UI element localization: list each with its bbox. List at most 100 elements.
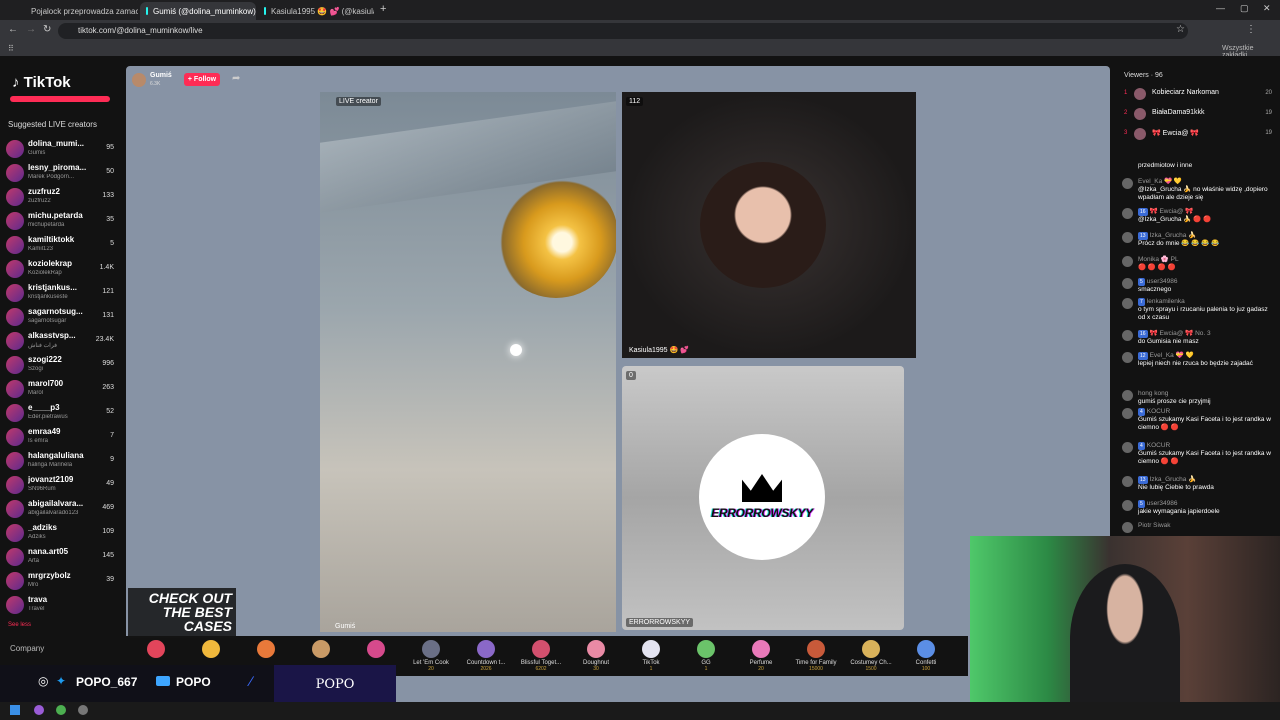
browser-tab-2[interactable]: Gumiś (@dolina_muminkow) ✕ bbox=[140, 2, 256, 20]
chat-username[interactable]: Monika 🌸 PL bbox=[1138, 256, 1179, 264]
chat-username[interactable]: 16 🎀 Ewcia@ 🎀 No. 3 bbox=[1138, 330, 1211, 338]
creator-item[interactable]: zuzfruz2 zuzfruz2 133 bbox=[6, 186, 116, 208]
chat-text: przedmiotow i inne bbox=[1138, 162, 1193, 169]
avatar[interactable] bbox=[1122, 298, 1133, 309]
guest-tile-2[interactable]: ERRORROWSKYY 0 ERRORROWSKYY bbox=[622, 366, 904, 630]
avatar[interactable] bbox=[1122, 500, 1133, 511]
guest-tile-1[interactable]: 112 Kasiula1995 🤩 💕 bbox=[622, 92, 916, 358]
gift-item[interactable] bbox=[352, 640, 400, 660]
chat-username[interactable]: 5 user34986 bbox=[1138, 500, 1178, 508]
gift-item[interactable] bbox=[242, 640, 290, 660]
chat-username[interactable]: Evel_Ka 💝 💛 bbox=[1138, 178, 1182, 186]
creator-item[interactable]: abigailalvara... abigailalvarado123 469 bbox=[6, 498, 116, 520]
window-close-button[interactable]: ✕ bbox=[1263, 3, 1271, 14]
creator-item[interactable]: alkasstvsp... فرات فناش 23.4K bbox=[6, 330, 116, 352]
gift-item[interactable]: Let 'Em Cook 20 bbox=[407, 640, 455, 672]
creator-item[interactable]: lesny_piroma... Marek Podgórn... 50 bbox=[6, 162, 116, 184]
creator-item[interactable]: marol700 Marol 263 bbox=[6, 378, 116, 400]
avatar[interactable] bbox=[132, 73, 146, 87]
chat-username[interactable]: Piotr Siwak bbox=[1138, 522, 1171, 530]
gift-item[interactable] bbox=[187, 640, 235, 660]
follow-button[interactable]: + Follow bbox=[184, 73, 220, 86]
viewer-row[interactable]: 1 Kobieciarz Narkoman 20 bbox=[1122, 86, 1274, 104]
avatar[interactable] bbox=[1122, 476, 1133, 487]
creator-item[interactable]: mrgrzybolz Mro 39 bbox=[6, 570, 116, 592]
go-live-button[interactable] bbox=[10, 96, 110, 102]
host-camera-tile[interactable]: LIVE creator Gumiś bbox=[320, 92, 616, 632]
chat-username[interactable]: 5 user34986 bbox=[1138, 278, 1178, 286]
viewer-count: 1.4K bbox=[99, 264, 114, 271]
creator-item[interactable]: sagarnotsug... sagarnotsugar 131 bbox=[6, 306, 116, 328]
browser-tab-1[interactable]: Pojalock przeprowadza zamach ✕ bbox=[20, 2, 138, 20]
url-input[interactable]: tiktok.com/@dolina_muminkow/live bbox=[58, 23, 1188, 39]
chrome-icon[interactable] bbox=[56, 705, 66, 715]
creator-item[interactable]: nana.art05 Arta 145 bbox=[6, 546, 116, 568]
creator-item[interactable]: koziolekrap KoziolekRap 1.4K bbox=[6, 258, 116, 280]
gift-item[interactable] bbox=[297, 640, 345, 660]
see-less-link[interactable]: See less bbox=[8, 622, 31, 628]
creator-item[interactable]: kristjankus... kristjankuseste 121 bbox=[6, 282, 116, 304]
browser-tab-3[interactable]: Kasiula1995 🤩 💕 (@kasiula ✕ bbox=[258, 2, 374, 20]
avatar[interactable] bbox=[1122, 330, 1133, 341]
avatar[interactable] bbox=[1122, 178, 1133, 189]
tiktok-logo[interactable]: ♪ TikTok bbox=[12, 74, 71, 91]
avatar bbox=[1134, 128, 1146, 140]
chat-username[interactable]: 12 Evel_Ka 💝 💛 bbox=[1138, 352, 1194, 360]
chat-username[interactable]: 13 Izka_Grucha 🍌 bbox=[1138, 476, 1196, 484]
share-icon[interactable]: ➦ bbox=[232, 73, 240, 84]
chat-username[interactable]: 4 KOCUR bbox=[1138, 408, 1170, 416]
viewer-row[interactable]: 2 BiałaDama91kkk 19 bbox=[1122, 106, 1274, 124]
chat-username[interactable]: 4 KOCUR bbox=[1138, 442, 1170, 450]
creator-item[interactable]: szogi222 Szogi 996 bbox=[6, 354, 116, 376]
avatar[interactable] bbox=[1122, 208, 1133, 219]
avatar[interactable] bbox=[1122, 522, 1133, 533]
creator-item[interactable]: trava Travel bbox=[6, 594, 116, 616]
gift-item[interactable]: Doughnut 30 bbox=[572, 640, 620, 672]
minimize-button[interactable]: — bbox=[1216, 3, 1225, 13]
creator-item[interactable]: _adziks Adziks 109 bbox=[6, 522, 116, 544]
windows-start-icon[interactable] bbox=[10, 705, 20, 715]
new-tab-button[interactable]: + bbox=[380, 3, 386, 15]
avatar[interactable] bbox=[1122, 390, 1133, 401]
viewer-row[interactable]: 3 🎀 Ewcia@ 🎀 19 bbox=[1122, 126, 1274, 144]
creator-item[interactable]: jovanzt2109 SN96Rum 49 bbox=[6, 474, 116, 496]
gift-item[interactable]: Perfume 20 bbox=[737, 640, 785, 672]
chat-username[interactable]: hong kong bbox=[1138, 390, 1168, 398]
gift-item[interactable]: Countdown t... 2026 bbox=[462, 640, 510, 672]
avatar[interactable] bbox=[1122, 442, 1133, 453]
gift-item[interactable]: TikTok 1 bbox=[627, 640, 675, 672]
avatar[interactable] bbox=[1122, 352, 1133, 363]
gift-item[interactable]: Blissful Toget... 6202 bbox=[517, 640, 565, 672]
viewer-count: 7 bbox=[110, 432, 114, 439]
forward-icon[interactable]: → bbox=[26, 24, 36, 35]
avatar[interactable] bbox=[1122, 278, 1133, 289]
gift-item[interactable]: Confetti 100 bbox=[902, 640, 950, 672]
menu-icon[interactable]: ⋮ bbox=[1246, 24, 1256, 35]
creator-item[interactable]: dolina_mumi... Gumiś 95 bbox=[6, 138, 116, 160]
viewer-count: 39 bbox=[106, 576, 114, 583]
gift-item[interactable]: Costumey Ch... 1500 bbox=[847, 640, 895, 672]
company-link[interactable]: Company bbox=[10, 644, 44, 653]
creator-item[interactable]: e____p3 Eder.pietrawus 52 bbox=[6, 402, 116, 424]
chat-username[interactable]: 13 Izka_Grucha 🍌 bbox=[1138, 232, 1196, 240]
creator-item[interactable]: emraa49 Is emra 7 bbox=[6, 426, 116, 448]
avatar[interactable] bbox=[1122, 408, 1133, 419]
avatar[interactable] bbox=[1122, 232, 1133, 243]
app-icon[interactable] bbox=[34, 705, 44, 715]
avatar bbox=[6, 140, 24, 158]
avatar[interactable] bbox=[1122, 256, 1133, 267]
creator-item[interactable]: halangaluliana halinga Marinela 9 bbox=[6, 450, 116, 472]
chat-username[interactable]: 16 🎀 Ewcia@ 🎀 bbox=[1138, 208, 1193, 216]
back-icon[interactable]: ← bbox=[8, 24, 18, 35]
reload-icon[interactable]: ↻ bbox=[43, 24, 51, 35]
gift-item[interactable] bbox=[132, 640, 180, 660]
maximize-button[interactable]: ▢ bbox=[1240, 3, 1249, 14]
creator-item[interactable]: michu.petarda michupetarda 35 bbox=[6, 210, 116, 232]
apps-icon[interactable]: ⠿ bbox=[8, 44, 14, 53]
gift-item[interactable]: GG 1 bbox=[682, 640, 730, 672]
creator-item[interactable]: kamiltiktokk Kamil123 5 bbox=[6, 234, 116, 256]
chat-username[interactable]: 7 lenkamilenka bbox=[1138, 298, 1185, 306]
star-icon[interactable]: ☆ bbox=[1176, 24, 1185, 35]
app-icon[interactable] bbox=[78, 705, 88, 715]
gift-item[interactable]: Time for Family 15000 bbox=[792, 640, 840, 672]
